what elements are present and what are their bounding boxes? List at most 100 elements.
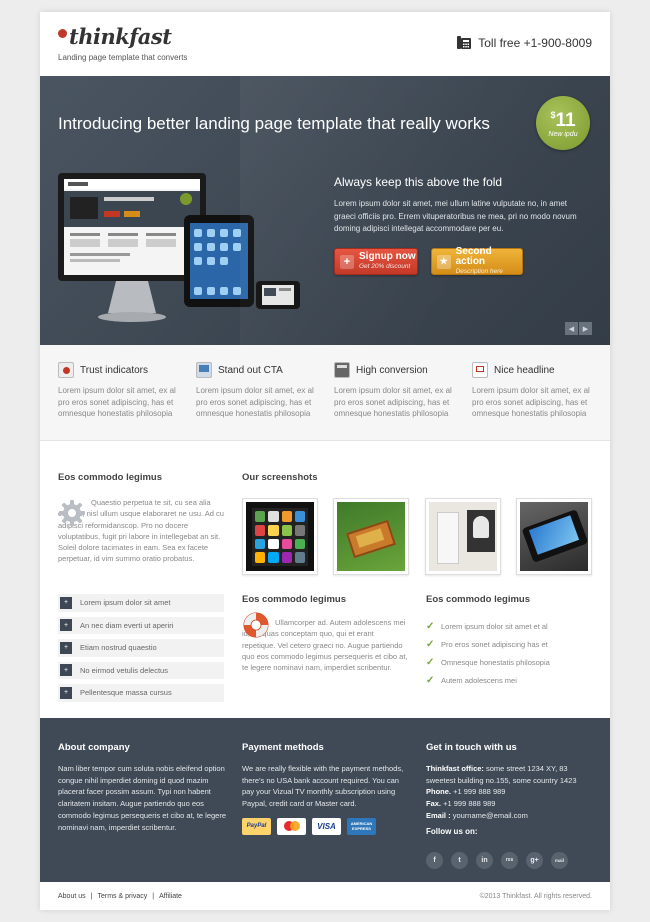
signup-button-sub: Get 20% discount xyxy=(359,262,411,270)
feature-trust: Trust indicators Lorem ipsum dolor sit a… xyxy=(58,361,183,420)
feature-title: Trust indicators xyxy=(80,364,148,376)
follow-label: Follow us on: xyxy=(426,826,478,836)
features-row: Trust indicators Lorem ipsum dolor sit a… xyxy=(40,345,610,441)
footer-title: Payment methods xyxy=(242,742,324,753)
fold-title: Always keep this above the fold xyxy=(334,175,503,189)
mail-icon[interactable]: mail xyxy=(551,851,568,869)
second-action-button[interactable]: ★ Second action Description here xyxy=(431,245,523,275)
left-column: Eos commodo legimus Quaestio perpetua te… xyxy=(58,472,224,707)
list-item[interactable]: + Pellentesque massa cursus xyxy=(58,684,224,702)
price-amount: $11 xyxy=(550,110,576,131)
linkedin-icon[interactable]: in xyxy=(476,851,493,869)
terms-link[interactable]: Terms & privacy xyxy=(97,893,147,900)
feature-title: Stand out CTA xyxy=(218,364,283,376)
monitor-icon xyxy=(196,362,212,378)
bottom-links: About us | Terms & privacy | Affiliate xyxy=(58,893,182,900)
about-us-link[interactable]: About us xyxy=(58,893,86,900)
signup-button[interactable]: + Signup now Get 20% discount xyxy=(334,248,418,275)
plus-icon: + xyxy=(60,664,72,677)
plus-icon: + xyxy=(60,619,72,632)
second-action-label: Second action xyxy=(455,245,492,267)
contact-email[interactable]: Email : yourname@email.com xyxy=(426,810,596,822)
feature-cta: Stand out CTA Lorem ipsum dolor sit amet… xyxy=(196,361,321,420)
fold-text: Lorem ipsum dolor sit amet, mei ullum la… xyxy=(334,199,577,233)
contact-section: Get in touch with us Thinkfast office: s… xyxy=(426,742,596,869)
screenshot-thumbnail[interactable] xyxy=(515,498,592,575)
list-item: ✓ Omnesque honestatis philosopia xyxy=(426,656,550,668)
left-list: + Lorem ipsum dolor sit amet + An nec diam… xyxy=(58,594,224,702)
check-icon: ✓ xyxy=(426,620,435,632)
slider-nav: ◀ ▶ xyxy=(565,322,592,335)
screenshot-thumbnail[interactable] xyxy=(242,498,318,575)
link-separator: | xyxy=(152,892,155,900)
payment-cards: PayPal MasterCard VISA AMERICAN EXPRESS xyxy=(242,817,412,835)
plus-icon: + xyxy=(60,641,72,654)
screenshots-section: Our screenshots xyxy=(242,472,592,575)
mid-column: Eos commodo legimus Ullamcorper ad. Aute… xyxy=(242,594,408,673)
check-list: ✓ Lorem ipsum dolor sit amet et al ✓ Pro e… xyxy=(426,617,592,689)
contact-fax: Fax. +1 999 888 989 xyxy=(426,799,496,809)
plus-icon: + xyxy=(60,596,72,609)
office-address: Thinkfast office: some street 1234 XY, 8… xyxy=(426,764,577,785)
feature-headline: Nice headline Lorem ipsum dolor sit amet… xyxy=(472,361,597,420)
hero-banner: Introducing better landing page template… xyxy=(40,76,610,345)
logo[interactable]: thinkfast xyxy=(58,24,172,49)
bottom-bar: About us | Terms & privacy | Affiliate ©… xyxy=(40,882,610,910)
devices-illustration xyxy=(58,173,300,322)
list-item[interactable]: + No eirmod vetulis delectus xyxy=(58,661,224,679)
list-item: ✓ Pro eros sonet adipiscing has et xyxy=(426,638,548,650)
paypal-icon: PayPal xyxy=(242,817,271,835)
star-icon: ★ xyxy=(437,254,451,269)
screenshot-thumbnail[interactable] xyxy=(333,498,410,575)
calculator-icon xyxy=(334,362,350,378)
list-item: ✓ Lorem ipsum dolor sit amet et al xyxy=(426,620,548,632)
site-footer: About company Nam liber tempor cum solut… xyxy=(40,718,610,882)
google-plus-icon[interactable]: g+ xyxy=(526,851,543,869)
plus-icon: + xyxy=(60,686,72,699)
trust-icon xyxy=(58,362,74,378)
copyright: ©2013 Thinkfast. All rights reserved. xyxy=(479,892,592,900)
feature-title: High conversion xyxy=(356,364,428,376)
about-section: About company Nam liber tempor cum solut… xyxy=(58,742,226,833)
feature-title: Nice headline xyxy=(494,364,555,376)
visa-icon: VISA xyxy=(312,817,341,835)
hero-title: Introducing better landing page template… xyxy=(58,114,490,133)
site-header: thinkfast Landing page template that con… xyxy=(40,12,610,76)
signup-button-label: Signup now xyxy=(359,250,416,262)
section-title: Our screenshots xyxy=(242,472,318,483)
check-icon: ✓ xyxy=(426,674,435,686)
footer-title: Get in touch with us xyxy=(426,742,517,753)
price-badge: $11 New ipdu xyxy=(536,96,590,150)
section-title: Eos commodo legimus xyxy=(426,594,530,605)
list-item[interactable]: + An nec diam everti ut aperiri xyxy=(58,616,224,634)
feature-conversion: High conversion Lorem ipsum dolor sit am… xyxy=(334,361,459,420)
presentation-icon xyxy=(472,362,488,378)
feature-text: Lorem ipsum dolor sit amet, ex al pro er… xyxy=(472,386,590,418)
twitter-icon[interactable]: t xyxy=(451,851,468,869)
payment-section: Payment methods We are really flexible w… xyxy=(242,742,412,835)
rss-icon[interactable]: rss xyxy=(501,851,518,869)
mastercard-icon: MasterCard xyxy=(277,817,306,835)
landing-page: thinkfast Landing page template that con… xyxy=(40,12,610,910)
affiliate-link[interactable]: Affiliate xyxy=(159,893,182,900)
facebook-icon[interactable]: f xyxy=(426,851,443,869)
section-title: Eos commodo legimus xyxy=(242,594,346,605)
screenshot-thumbnail[interactable] xyxy=(424,498,501,575)
second-action-sub: Description here xyxy=(455,267,503,275)
gear-icon xyxy=(59,500,85,526)
prev-arrow-icon[interactable]: ◀ xyxy=(565,322,578,335)
next-arrow-icon[interactable]: ▶ xyxy=(579,322,592,335)
list-item[interactable]: + Lorem ipsum dolor sit amet xyxy=(58,594,224,612)
plus-icon: + xyxy=(340,254,354,269)
check-icon: ✓ xyxy=(426,656,435,668)
section-title: Eos commodo legimus xyxy=(58,472,162,483)
amex-icon: AMERICAN EXPRESS xyxy=(347,817,376,835)
feature-text: Lorem ipsum dolor sit amet, ex al pro er… xyxy=(58,386,176,418)
list-item[interactable]: + Etiam nostrud quaestio xyxy=(58,639,224,657)
lifebuoy-icon xyxy=(243,612,269,638)
social-links: f t in rss g+ mail xyxy=(426,851,596,869)
about-text: Nam liber tempor cum soluta nobis eleife… xyxy=(58,764,227,832)
footer-title: About company xyxy=(58,742,130,753)
feature-text: Lorem ipsum dolor sit amet, ex al pro er… xyxy=(334,386,452,418)
telephone-icon xyxy=(457,36,472,49)
